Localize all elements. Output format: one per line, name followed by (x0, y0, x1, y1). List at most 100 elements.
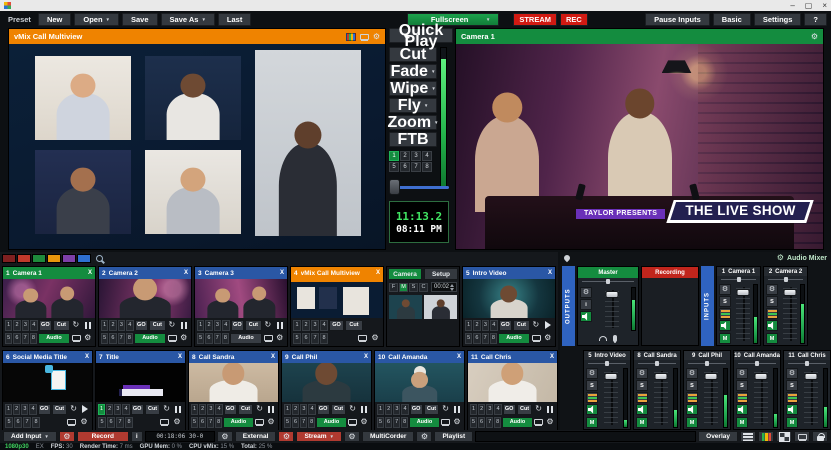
overlay-button[interactable]: 1 (293, 320, 301, 331)
overlay-button[interactable]: 2 (205, 320, 212, 331)
pause-icon[interactable] (452, 404, 462, 415)
overlay-button[interactable]: 4 (401, 404, 408, 415)
overlay-button[interactable]: 6 (14, 417, 22, 428)
overlay-button[interactable]: 5 (284, 417, 291, 428)
overlay-button[interactable]: 3 (482, 320, 489, 331)
volume-fader[interactable] (734, 284, 751, 344)
overlay-button[interactable]: 7 (207, 417, 214, 428)
overlay-button[interactable]: 1 (284, 404, 291, 415)
pan-slider[interactable] (768, 277, 803, 282)
overlay-button[interactable]: 3 (311, 320, 319, 331)
go-button[interactable]: GO (503, 404, 516, 415)
add-input-button[interactable]: Add Input▼ (3, 431, 57, 442)
overlay-button[interactable]: 8 (126, 333, 133, 344)
go-button[interactable]: GO (499, 320, 513, 331)
pause-icon[interactable] (82, 320, 93, 331)
overlay-button[interactable]: 2 (199, 404, 206, 415)
overlay-button[interactable]: 8 (308, 417, 315, 428)
overlay-button[interactable]: 6 (473, 333, 480, 344)
external-settings-gear-icon[interactable]: ⚙ (217, 431, 233, 442)
monitor-icon[interactable] (441, 417, 451, 428)
monitor-icon[interactable] (534, 417, 544, 428)
overlay-button[interactable]: 8 (490, 333, 497, 344)
overlay-number-button[interactable]: 8 (422, 162, 432, 172)
input-thumbnail[interactable] (189, 363, 278, 402)
eq-icon[interactable] (766, 308, 778, 319)
cut-button[interactable]: Cut (53, 320, 69, 331)
overlay-number-button[interactable]: 1 (389, 151, 399, 161)
record-info-button[interactable]: i (131, 431, 143, 442)
audio-levels-icon[interactable] (758, 431, 774, 442)
close-icon[interactable]: X (457, 354, 461, 360)
gear-icon[interactable]: ⚙ (777, 254, 784, 262)
stream-settings-gear-icon[interactable]: ⚙ (278, 431, 294, 442)
overlay-number-button[interactable]: 5 (389, 162, 399, 172)
gear-icon[interactable]: ⚙ (736, 368, 748, 379)
input-header[interactable]: 11Call ChrisX (468, 351, 557, 363)
info-button[interactable]: i (580, 299, 592, 310)
cut-button[interactable]: Cut (513, 320, 529, 331)
speaker-icon[interactable] (719, 320, 731, 331)
pan-slider[interactable] (721, 277, 756, 282)
wipe-button[interactable]: Wipe▼ (389, 81, 437, 96)
overlay-button[interactable]: 1 (98, 404, 105, 415)
overlay-button[interactable]: 5 (465, 333, 472, 344)
overlay-button[interactable]: 4 (29, 404, 36, 415)
overlay-button[interactable]: 3 (114, 404, 121, 415)
overlay-button[interactable]: 7 (482, 333, 489, 344)
overlay-button[interactable]: 8 (32, 417, 40, 428)
settings-button[interactable]: Settings (754, 13, 802, 26)
volume-fader[interactable] (595, 287, 629, 331)
pause-icon[interactable] (178, 320, 189, 331)
audio-button[interactable]: Audio (409, 417, 440, 428)
speaker-icon[interactable] (586, 404, 598, 415)
volume-fader[interactable] (781, 284, 798, 344)
play-icon[interactable] (542, 320, 553, 331)
solo-button[interactable]: S (686, 380, 698, 391)
new-button[interactable]: New (38, 13, 71, 26)
category-swatch[interactable] (77, 254, 91, 263)
go-button[interactable]: GO (224, 404, 237, 415)
go-button[interactable]: GO (410, 404, 423, 415)
eq-icon[interactable] (636, 392, 648, 403)
go-button[interactable]: GO (131, 404, 144, 415)
close-icon[interactable]: X (178, 354, 182, 360)
record-settings-gear-icon[interactable]: ⚙ (59, 431, 75, 442)
loop-icon[interactable]: ↻ (71, 320, 82, 331)
tab-setup[interactable]: Setup (424, 268, 458, 280)
input-header[interactable]: 9Call PhilX (282, 351, 371, 363)
save-as-button[interactable]: Save As▼ (161, 13, 215, 26)
transition-tbar[interactable] (389, 179, 449, 195)
gear-icon[interactable]: ⚙ (811, 33, 818, 41)
audio-button[interactable]: Audio (316, 417, 347, 428)
audio-button[interactable]: Audio (223, 417, 254, 428)
go-button[interactable]: GO (39, 320, 53, 331)
eq-icon[interactable] (586, 392, 598, 403)
tbar-handle[interactable] (389, 179, 400, 195)
go-button[interactable]: GO (317, 404, 330, 415)
gear-icon[interactable]: ⚙ (766, 284, 778, 295)
volume-fader[interactable] (651, 368, 671, 428)
overlay-button[interactable]: 8 (125, 417, 133, 428)
help-button[interactable]: ? (804, 13, 827, 26)
speaker-icon[interactable] (636, 404, 648, 415)
cut-button[interactable]: Cut (424, 404, 440, 415)
overlay-button[interactable]: 3 (393, 404, 400, 415)
close-icon[interactable]: X (364, 354, 368, 360)
overlay-button[interactable]: 1 (5, 320, 12, 331)
overlay-button[interactable]: 6 (385, 417, 392, 428)
audio-button[interactable]: Audio (38, 333, 70, 344)
mute-button[interactable]: M (686, 417, 698, 428)
overlay-button[interactable]: 1 (101, 320, 108, 331)
input-thumbnail[interactable] (3, 279, 95, 318)
overlay-button[interactable]: 6 (302, 333, 310, 344)
eq-icon[interactable] (719, 308, 731, 319)
play-icon[interactable] (80, 404, 90, 415)
caller-thumbnail[interactable] (424, 295, 457, 319)
pause-icon[interactable] (545, 404, 555, 415)
pan-slider[interactable] (788, 361, 826, 366)
playlist-button[interactable]: Playlist (434, 431, 473, 442)
gear-icon[interactable]: ⚙ (171, 417, 183, 428)
overlay-button[interactable]: 7 (486, 417, 493, 428)
strip-header[interactable]: 5Intro Video (584, 351, 630, 360)
